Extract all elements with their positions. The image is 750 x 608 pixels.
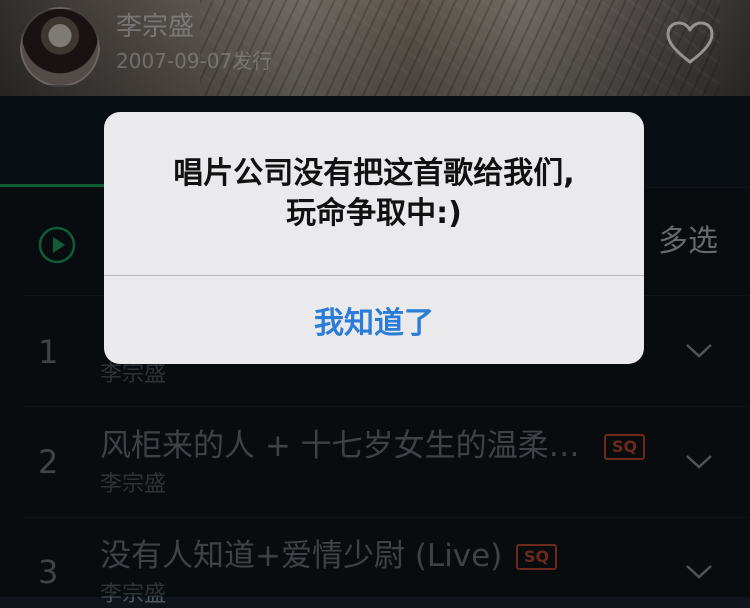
dialog-message-line: 唱片公司没有把这首歌给我们,: [173, 156, 575, 191]
alert-dialog: 唱片公司没有把这首歌给我们, 玩命争取中:) 我知道了: [104, 112, 644, 364]
dialog-message: 唱片公司没有把这首歌给我们, 玩命争取中:): [104, 154, 644, 234]
got-it-button[interactable]: 我知道了: [104, 276, 644, 364]
dialog-message-line: 玩命争取中:): [286, 196, 462, 231]
